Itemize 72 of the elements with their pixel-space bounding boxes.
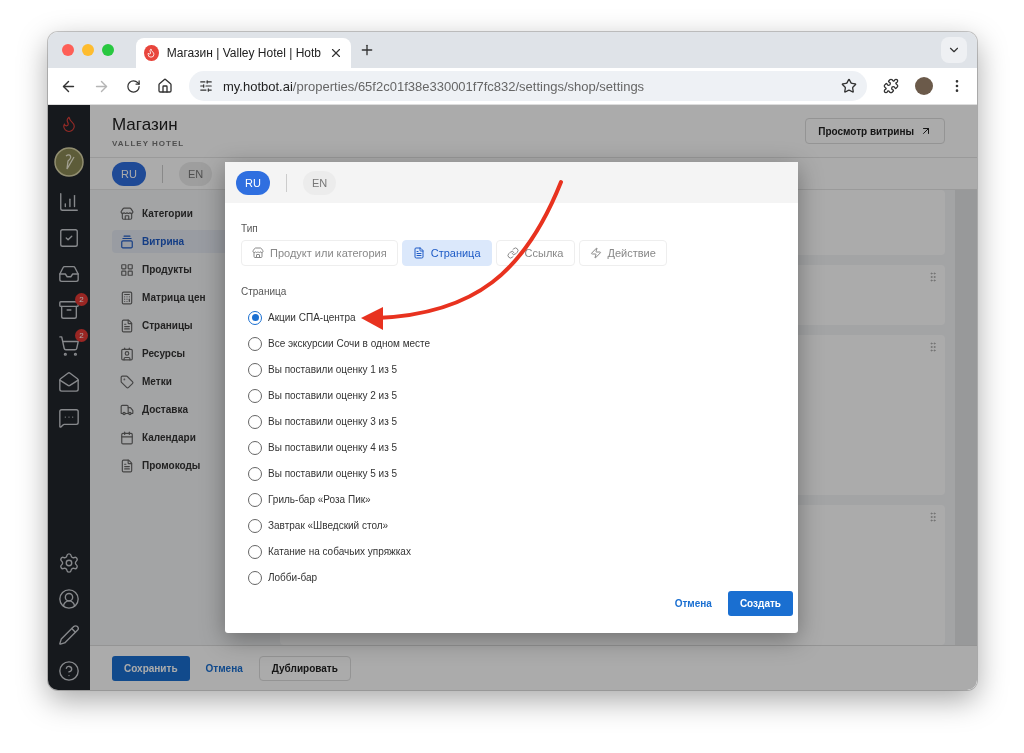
- pencil-icon[interactable]: [58, 624, 80, 646]
- option-label[interactable]: Катание на собачьих упряжках: [268, 546, 411, 558]
- flame-icon: [144, 45, 159, 61]
- type-option[interactable]: Действие: [578, 240, 667, 267]
- language-tab[interactable]: RU: [236, 170, 270, 195]
- envelope-icon[interactable]: [58, 371, 80, 393]
- notification-badge: 2: [75, 329, 88, 342]
- cart-icon[interactable]: [58, 335, 80, 357]
- inbox-icon[interactable]: [58, 263, 80, 285]
- nav-item[interactable]: Категории: [112, 202, 272, 225]
- type-option[interactable]: Продукт или категория: [241, 240, 398, 267]
- chart-icon[interactable]: [58, 191, 80, 213]
- plus-icon[interactable]: [359, 42, 375, 58]
- lightning-icon: [589, 247, 602, 260]
- browser-tab[interactable]: Магазин | Valley Hotel | Hotb: [136, 38, 351, 68]
- grid-icon: [120, 262, 134, 277]
- cards-icon: [120, 234, 134, 249]
- hotel-name: VALLEY HOTEL: [112, 138, 185, 148]
- puzzle-icon[interactable]: [883, 78, 899, 94]
- tray-icon[interactable]: [58, 299, 80, 321]
- option-label[interactable]: Вы поставили оценку 3 из 5: [268, 416, 398, 428]
- store-icon: [120, 206, 134, 221]
- page-title: Магазин: [112, 114, 179, 135]
- option-label[interactable]: Завтрак «Шведский стол»: [268, 520, 389, 532]
- cancel-button[interactable]: Отмена: [201, 662, 247, 674]
- preview-button[interactable]: Просмотр витрины: [805, 118, 945, 144]
- notification-badge: 2: [75, 293, 88, 306]
- external-link-icon: [920, 125, 932, 137]
- user-icon[interactable]: [58, 588, 80, 610]
- sliders-icon[interactable]: [199, 79, 213, 93]
- drag-handle-icon[interactable]: [927, 511, 939, 523]
- address-bar[interactable]: my.hotbot.ai/properties/65f2c01f38e330001f7fc832/settings/shop/settings: [189, 71, 867, 101]
- option-label[interactable]: Гриль-бар «Роза Пик»: [268, 494, 371, 506]
- type-option[interactable]: Страница: [401, 240, 492, 267]
- home-icon[interactable]: [157, 78, 173, 94]
- save-button[interactable]: Сохранить: [112, 655, 190, 681]
- drag-handle-icon[interactable]: [927, 271, 939, 283]
- cancel-button[interactable]: Отмена: [670, 598, 716, 610]
- document-icon: [120, 318, 134, 333]
- calendar-icon: [120, 430, 134, 445]
- drag-handle-icon[interactable]: [927, 341, 939, 353]
- store-icon: [252, 247, 264, 260]
- type-option[interactable]: Ссылка: [495, 240, 575, 267]
- field-label: Страница: [241, 286, 288, 298]
- option-label[interactable]: Вы поставили оценку 5 из 5: [268, 468, 398, 480]
- language-tab[interactable]: RU: [112, 161, 146, 186]
- document-icon: [412, 247, 425, 260]
- reload-icon[interactable]: [126, 78, 141, 94]
- contact-card-icon: [120, 346, 134, 361]
- duplicate-button[interactable]: Дублировать: [258, 655, 351, 681]
- document-icon: [120, 458, 134, 473]
- option-label[interactable]: Вы поставили оценку 4 из 5: [268, 442, 398, 454]
- option-label[interactable]: Все экскурсии Сочи в одном месте: [268, 338, 431, 350]
- star-icon[interactable]: [841, 78, 857, 94]
- checkbox-icon[interactable]: [58, 227, 80, 249]
- option-label[interactable]: Вы поставили оценку 1 из 5: [268, 364, 398, 376]
- tag-icon: [120, 374, 134, 389]
- option-label[interactable]: Лобби-бар: [268, 572, 318, 584]
- logo-icon: [54, 147, 84, 177]
- help-icon[interactable]: [58, 660, 80, 682]
- truck-icon: [120, 402, 134, 417]
- create-button[interactable]: Создать: [727, 591, 793, 617]
- option-label[interactable]: Акции СПА-центра: [268, 312, 356, 324]
- language-tab[interactable]: EN: [302, 170, 337, 195]
- scrollbar[interactable]: [955, 190, 977, 645]
- link-icon: [506, 247, 519, 260]
- calculator-icon: [120, 290, 134, 305]
- option-label[interactable]: Вы поставили оценку 2 из 5: [268, 390, 398, 402]
- avatar[interactable]: [915, 77, 933, 95]
- settings-icon[interactable]: [58, 552, 80, 574]
- close-icon[interactable]: [329, 46, 343, 60]
- chat-icon[interactable]: [58, 407, 80, 429]
